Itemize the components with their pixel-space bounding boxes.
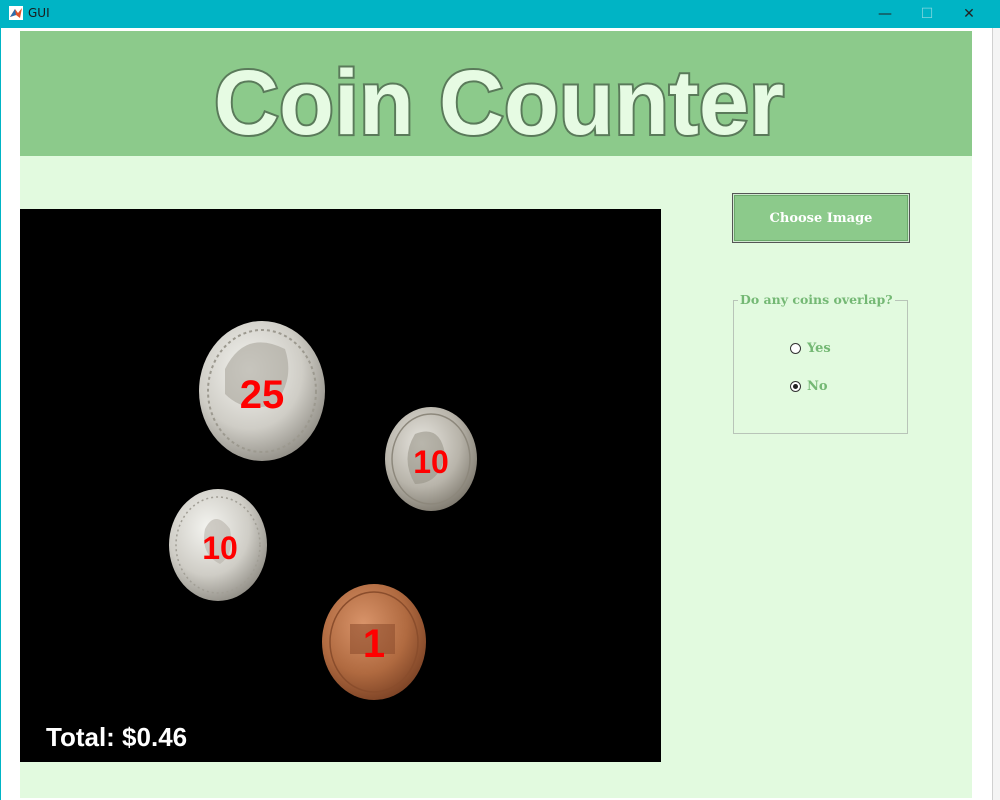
maximize-icon: ☐ [920,6,934,22]
header-title-graphic: Coin Counter [212,50,786,156]
close-icon: ✕ [963,6,975,22]
matlab-app-icon [9,6,23,20]
radio-label-no: No [807,379,828,394]
overlap-option-no[interactable]: No [790,379,828,394]
overlap-option-yes[interactable]: Yes [790,341,831,356]
overlap-group [733,300,908,434]
minimize-icon: — [878,6,892,22]
window-titlebar[interactable]: GUI — ☐ ✕ [0,0,1000,28]
scrollbar[interactable] [992,28,1000,800]
radio-button-no[interactable] [790,381,801,392]
radio-button-yes[interactable] [790,343,801,354]
coins-image [169,321,477,700]
coin-value-label: 10 [413,444,449,480]
choose-image-button[interactable]: Choose Image [732,193,910,243]
coin-value-label: 1 [362,622,386,666]
overlap-question: Do any coins overlap? [738,292,895,307]
app-title: Coin Counter [214,52,784,154]
close-button[interactable]: ✕ [946,0,992,28]
window-title: GUI [28,6,50,20]
total-amount: Total: $0.46 [46,722,188,752]
coin-value-label: 10 [202,530,238,566]
minimize-button[interactable]: — [862,0,908,28]
image-display: 25 10 10 1 Total: $0.46 [20,209,661,762]
header-banner: Coin Counter [20,31,972,156]
maximize-button[interactable]: ☐ [904,0,950,28]
coin-value-label: 25 [239,373,285,417]
radio-label-yes: Yes [807,341,831,356]
